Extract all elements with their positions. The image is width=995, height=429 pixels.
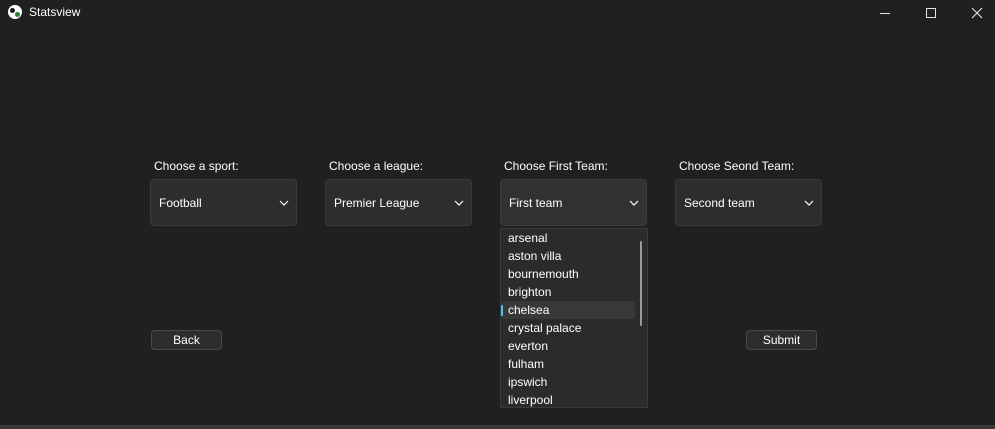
window-title: Statsview [29,5,81,19]
first-team-select-value: First team [509,196,563,210]
dropdown-option-arsenal[interactable]: arsenal [501,229,635,247]
league-select[interactable]: Premier League [325,179,472,226]
close-icon [971,7,983,19]
maximize-button[interactable] [908,0,954,26]
title-bar: Statsview [0,0,995,26]
soccer-ball-icon [8,5,22,19]
second-team-label: Choose Seond Team: [679,159,795,173]
bottom-edge [0,425,995,429]
league-select-value: Premier League [334,196,420,210]
chevron-down-icon [279,200,289,206]
close-button[interactable] [954,0,995,26]
dropdown-scrollbar[interactable] [636,229,647,407]
dropdown-option-ipswich[interactable]: ipswich [501,373,635,391]
dropdown-option-fulham[interactable]: fulham [501,355,635,373]
chevron-down-icon [629,200,639,206]
second-team-select-value: Second team [684,196,755,210]
dropdown-option-everton[interactable]: everton [501,337,635,355]
first-team-select[interactable]: First team [500,179,647,226]
dropdown-option-aston-villa[interactable]: aston villa [501,247,635,265]
league-label: Choose a league: [329,159,424,173]
minimize-button[interactable] [862,0,908,26]
sport-select-value: Football [159,196,202,210]
dropdown-option-crystal-palace[interactable]: crystal palace [501,319,635,337]
chevron-down-icon [804,200,814,206]
first-team-label: Choose First Team: [504,159,608,173]
scrollbar-thumb[interactable] [640,241,642,326]
dropdown-option-bournemouth[interactable]: bournemouth [501,265,635,283]
first-team-dropdown-list: arsenal aston villa bournemouth brighton… [500,228,648,408]
app-window: Statsview Choose a sport: Choose a leagu… [0,0,995,429]
dropdown-option-brighton[interactable]: brighton [501,283,635,301]
sport-select[interactable]: Football [150,179,297,226]
second-team-select[interactable]: Second team [675,179,822,226]
maximize-icon [926,8,936,18]
submit-button[interactable]: Submit [746,330,817,350]
dropdown-option-liverpool[interactable]: liverpool [501,391,635,407]
selection-indicator [501,305,503,316]
dropdown-option-label: chelsea [508,303,550,317]
sport-label: Choose a sport: [154,159,239,173]
dropdown-option-chelsea[interactable]: chelsea [501,301,635,319]
back-button[interactable]: Back [151,330,222,350]
minimize-icon [880,12,890,14]
chevron-down-icon [454,200,464,206]
